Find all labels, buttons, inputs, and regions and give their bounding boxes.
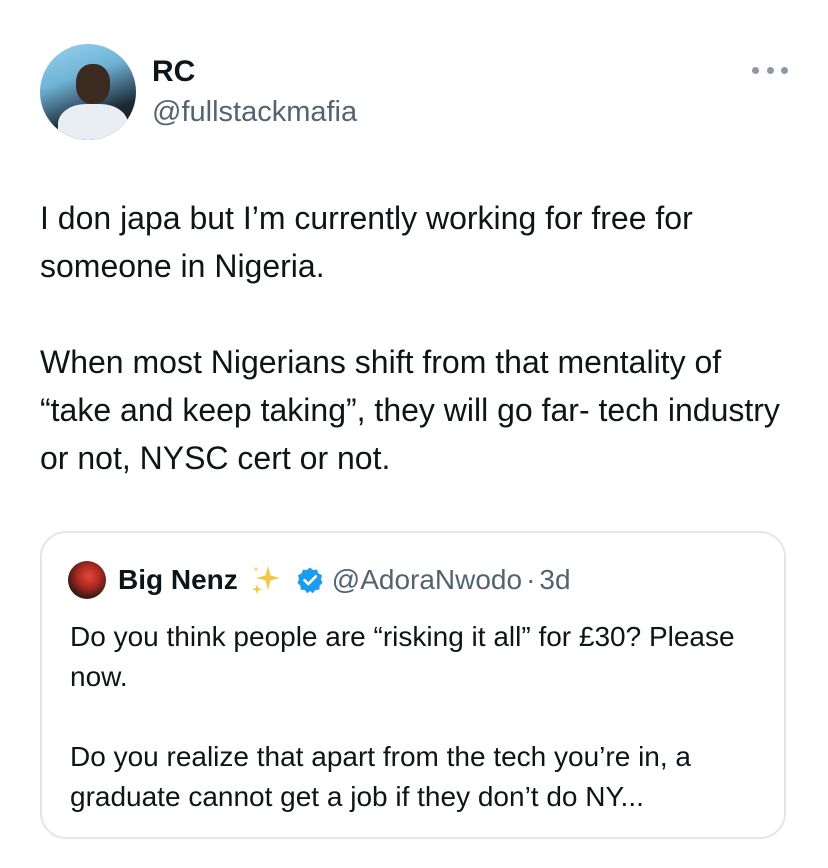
more-dot xyxy=(766,66,774,74)
tweet-paragraph: When most Nigerians shift from that ment… xyxy=(40,344,780,476)
more-dot xyxy=(752,66,759,74)
quoted-tweet-paragraph: Do you realize that apart from the tech … xyxy=(70,741,691,812)
tweet-paragraph: I don japa but I’m currently working for… xyxy=(40,200,693,284)
tweet-card: RC @fullstackmafia I don japa but I’m cu… xyxy=(0,0,828,868)
header-separator: · xyxy=(526,564,536,595)
quoted-tweet-header: Big Nenz @AdoraNwodo · 3d xyxy=(118,559,571,601)
quoted-author-name[interactable]: Big Nenz xyxy=(118,564,238,596)
author-avatar[interactable] xyxy=(40,44,136,140)
quoted-tweet-paragraph: Do you think people are “risking it all”… xyxy=(70,621,735,692)
sparkles-icon xyxy=(248,562,284,598)
quoted-tweet-text: Do you think people are “risking it all”… xyxy=(70,617,770,817)
author-handle[interactable]: @fullstackmafia xyxy=(152,92,357,132)
quoted-tweet-timestamp[interactable]: 3d xyxy=(539,564,570,596)
verified-badge-icon xyxy=(296,566,324,594)
tweet-text: I don japa but I’m currently working for… xyxy=(40,194,800,482)
avatar-shirt xyxy=(58,104,128,140)
more-dot xyxy=(781,66,788,74)
quoted-author-handle[interactable]: @AdoraNwodo xyxy=(332,564,522,596)
quoted-author-avatar[interactable] xyxy=(68,561,106,599)
avatar-head xyxy=(76,64,110,104)
quoted-tweet-card[interactable]: Big Nenz @AdoraNwodo · 3d Do you think p… xyxy=(40,531,786,839)
more-options-icon[interactable] xyxy=(752,58,788,82)
author-name[interactable]: RC xyxy=(152,52,195,92)
